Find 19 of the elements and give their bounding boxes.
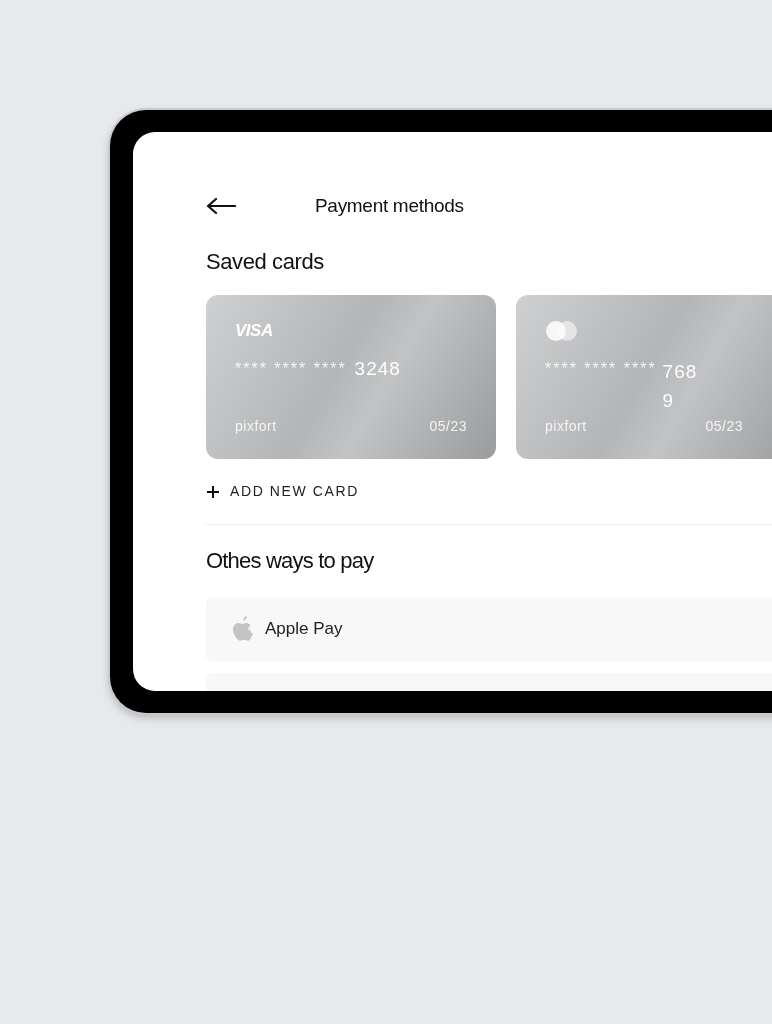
- card-network-icon: [545, 319, 579, 342]
- section-heading: Saved cards: [206, 248, 325, 276]
- card-last-digits: 3248: [354, 357, 401, 381]
- payment-option[interactable]: Apple Pay: [206, 597, 772, 661]
- card-expiry: 05/23: [705, 417, 743, 436]
- masked-number: **** **** ****: [235, 359, 347, 379]
- plus-icon: [206, 484, 220, 499]
- card-holder: pixfort: [235, 417, 277, 436]
- card-brand: VISA: [235, 320, 274, 342]
- masked-number: **** **** ****: [545, 358, 657, 379]
- card-expiry: 05/23: [429, 417, 467, 436]
- back-icon: [206, 197, 236, 215]
- back-button[interactable]: [206, 196, 236, 216]
- section-heading: Othes ways to pay: [206, 547, 375, 575]
- card-holder: pixfort: [545, 417, 587, 436]
- card-last-digits: 7689: [662, 359, 699, 413]
- apple-icon: [232, 616, 254, 642]
- add-card-button[interactable]: ADD NEW CARD: [206, 481, 359, 502]
- page-title: Payment methods: [315, 193, 464, 218]
